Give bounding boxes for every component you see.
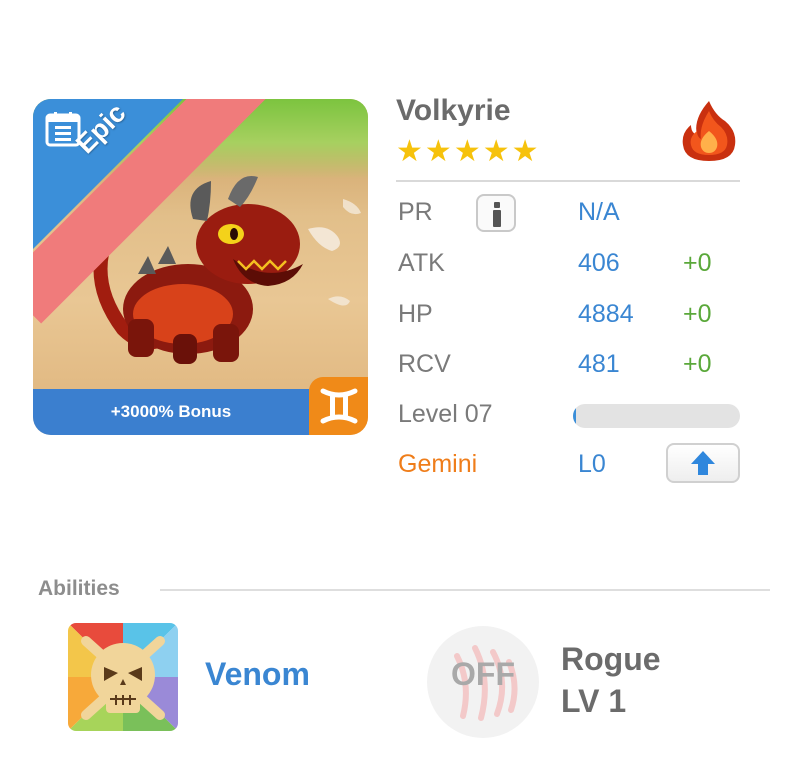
star-rating: ★ ★ ★ ★ ★ [396,136,539,168]
stat-label-hp: HP [398,300,433,328]
stat-bonus-atk: +0 [683,249,712,277]
star-icon: ★ [424,135,452,168]
stat-value-rcv: 481 [578,350,620,378]
ability-tile-venom[interactable] [68,623,178,731]
stat-label-rcv: RCV [398,350,451,378]
info-button[interactable] [476,194,516,232]
bonus-banner: +3000% Bonus [33,389,309,435]
stat-value-atk: 406 [578,249,620,277]
arrow-up-icon [691,451,715,475]
zodiac-badge[interactable] [309,377,368,435]
star-icon: ★ [511,135,539,168]
stat-bonus-hp: +0 [683,300,712,328]
level-label: Level 07 [398,400,493,428]
stat-label-pr: PR [398,198,433,226]
abilities-heading: Abilities [38,577,120,600]
level-progress-fill [573,404,577,428]
notes-icon[interactable] [44,110,82,148]
ability-name-venom: Venom [205,656,310,692]
fire-icon [682,101,736,161]
star-icon: ★ [482,135,510,168]
header-divider [396,180,740,182]
abilities-divider [160,589,770,591]
passive-ability-name: Rogue [561,641,661,677]
gemini-symbol-icon [320,388,358,424]
zodiac-level: L0 [578,450,606,478]
passive-ability-level: LV 1 [561,683,627,719]
stat-value-pr: N/A [578,198,620,226]
skull-icon [68,623,178,731]
stat-value-hp: 4884 [578,300,634,328]
star-icon: ★ [396,135,423,168]
star-icon: ★ [453,135,481,168]
stat-bonus-rcv: +0 [683,350,712,378]
upgrade-button[interactable] [666,443,740,483]
monster-name: Volkyrie [396,94,511,127]
stat-label-atk: ATK [398,249,445,277]
info-icon [494,202,500,208]
zodiac-label: Gemini [398,450,478,478]
passive-ability-state: OFF [451,656,515,692]
level-progress-bar [573,404,740,428]
